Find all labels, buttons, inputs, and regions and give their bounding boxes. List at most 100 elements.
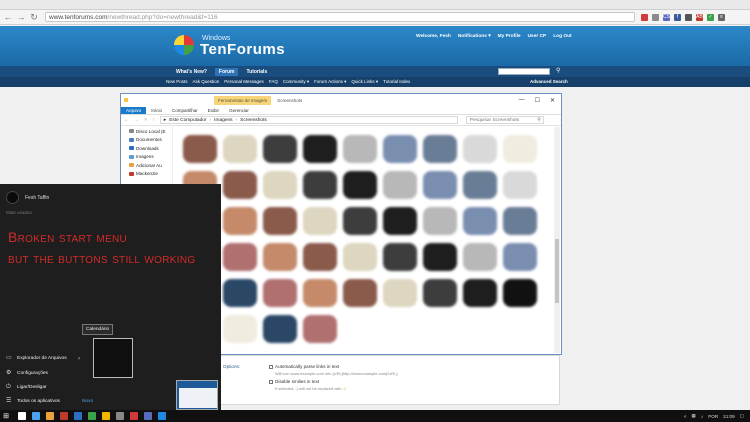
screenshot-thumbnail[interactable] [383,171,417,199]
screenshot-thumbnail[interactable] [503,279,537,307]
close-icon[interactable]: ✕ [550,97,555,104]
ribbon-tab[interactable]: Gerenciar [224,107,254,114]
language-indicator[interactable]: POR [708,414,718,419]
user-link[interactable]: My Profile [498,34,521,39]
ext-shield-icon[interactable] [685,13,692,21]
screenshot-thumbnail[interactable] [303,207,337,235]
subnav-link[interactable]: Ask Question [193,79,220,85]
explorer-scrollbar[interactable] [554,127,560,353]
screenshot-thumbnail[interactable] [423,279,457,307]
screenshot-thumbnail[interactable] [503,207,537,235]
screenshot-thumbnail[interactable] [423,207,457,235]
taskbar-app-icon[interactable] [46,412,54,420]
screenshot-thumbnail[interactable] [263,243,297,271]
reload-icon[interactable]: ↻ [29,12,39,22]
screenshot-thumbnail[interactable] [303,279,337,307]
disable-smilies-checkbox[interactable] [269,379,273,384]
address-bar[interactable]: www.tenforums.com/newthread.php?do=newth… [45,12,635,22]
screenshot-thumbnail[interactable] [303,243,337,271]
subnav-link[interactable]: Personal Messages [224,79,264,85]
explorer-nav-arrows-icon[interactable]: ← → ˅ ↑ [124,118,157,123]
menu-icon[interactable]: ≡ [718,13,725,21]
subnav-link[interactable]: New Posts [166,79,188,85]
settings-item[interactable]: ⚙ Configurações [6,370,48,376]
ribbon-tab[interactable]: Exibir [203,107,224,114]
network-icon[interactable]: ▦ [692,413,696,419]
screenshot-thumbnail[interactable] [263,171,297,199]
nav-tab[interactable]: What's New? [172,68,211,76]
nav-tab[interactable]: Tutorials [242,68,271,76]
screenshot-thumbnail[interactable] [423,243,457,271]
user-link[interactable]: Log Out [553,34,571,39]
screenshot-thumbnail[interactable] [343,243,377,271]
all-apps-item[interactable]: ☰ Todos os aplicativos Novo [6,398,93,404]
taskbar-app-icon[interactable] [88,412,96,420]
screenshot-thumbnail[interactable] [223,135,257,163]
volume-icon[interactable]: ♪ [701,414,703,419]
screenshot-thumbnail[interactable] [343,207,377,235]
chevron-up-icon[interactable]: ˄ [684,414,687,419]
ribbon-tool-tab[interactable]: Ferramentas de Imagem [214,95,272,105]
screenshot-thumbnail[interactable] [503,243,537,271]
ext-circle-icon[interactable] [641,13,648,21]
quick-access-icon[interactable] [124,98,128,102]
power-item[interactable]: ⏻ Ligar/Desligar [6,384,47,390]
subnav-link[interactable]: FAQ [269,79,278,85]
taskbar-app-icon[interactable] [158,412,166,420]
calendar-tile[interactable] [93,338,133,378]
screenshot-thumbnail[interactable] [303,135,337,163]
nav-pane-item[interactable]: Disco Local (E [121,127,172,136]
windows-start-icon[interactable]: ⊞ [0,410,12,422]
ext-f-icon[interactable]: f [674,13,681,21]
taskbar-app-icon[interactable] [74,412,82,420]
ribbon-tab[interactable]: Início [146,107,167,114]
screenshot-thumbnail[interactable] [343,135,377,163]
screenshot-thumbnail[interactable] [303,315,337,343]
screenshot-thumbnail[interactable] [383,279,417,307]
subnav-link[interactable]: Forum Actions ▾ [314,79,346,85]
chevron-right-icon[interactable]: › [78,356,80,362]
screenshot-thumbnail[interactable] [463,279,497,307]
user-link[interactable]: Notifications ▾ [458,34,491,39]
nav-pane-item[interactable]: Imagens [121,153,172,162]
screenshot-thumbnail[interactable] [263,279,297,307]
ribbon-tab[interactable]: Compartilhar [167,107,203,114]
screenshot-thumbnail[interactable] [223,315,257,343]
notifications-icon[interactable]: ▢ [740,413,744,419]
screenshot-thumbnail[interactable] [463,135,497,163]
taskbar-app-icon[interactable] [60,412,68,420]
user-link[interactable]: Welcome, Fesh [416,34,451,39]
taskbar-app-icon[interactable] [18,412,26,420]
screenshot-thumbnail[interactable] [383,135,417,163]
screenshot-thumbnail[interactable] [263,135,297,163]
search-icon[interactable]: ⚲ [556,67,560,74]
path-segment[interactable]: Screenshots [240,118,267,123]
window-preview-thumbnail[interactable] [176,380,218,410]
screenshot-thumbnail[interactable] [343,279,377,307]
screenshot-thumbnail[interactable] [263,315,297,343]
taskbar-app-icon[interactable] [116,412,124,420]
taskbar-app-icon[interactable] [32,412,40,420]
nav-pane-item[interactable]: Mackenzie [121,170,172,179]
taskbar-app-icon[interactable] [102,412,110,420]
screenshot-thumbnail[interactable] [223,279,257,307]
screenshot-thumbnail[interactable] [423,135,457,163]
screenshot-thumbnail[interactable] [463,171,497,199]
screenshot-thumbnail[interactable] [223,207,257,235]
taskbar-app-icon[interactable] [130,412,138,420]
screenshot-thumbnail[interactable] [343,171,377,199]
ext-check-icon[interactable]: ✓ [707,13,714,21]
parse-links-checkbox[interactable] [269,364,273,369]
forum-search-input[interactable] [498,68,550,75]
ribbon-tab[interactable]: Arquivo [121,106,147,114]
screenshot-thumbnail[interactable] [463,243,497,271]
path-segment[interactable]: Este Computador [169,118,206,123]
screenshot-thumbnail[interactable] [503,171,537,199]
ext-abp-icon[interactable]: ABP [696,13,706,21]
screenshot-thumbnail[interactable] [183,135,217,163]
path-segment[interactable]: Imagens [214,118,232,123]
nav-pane-item[interactable]: Downloads [121,144,172,153]
screenshot-thumbnail[interactable] [503,135,537,163]
clock[interactable]: 21:09 [723,414,735,419]
subnav-link[interactable]: Tutorial Index [383,79,410,85]
